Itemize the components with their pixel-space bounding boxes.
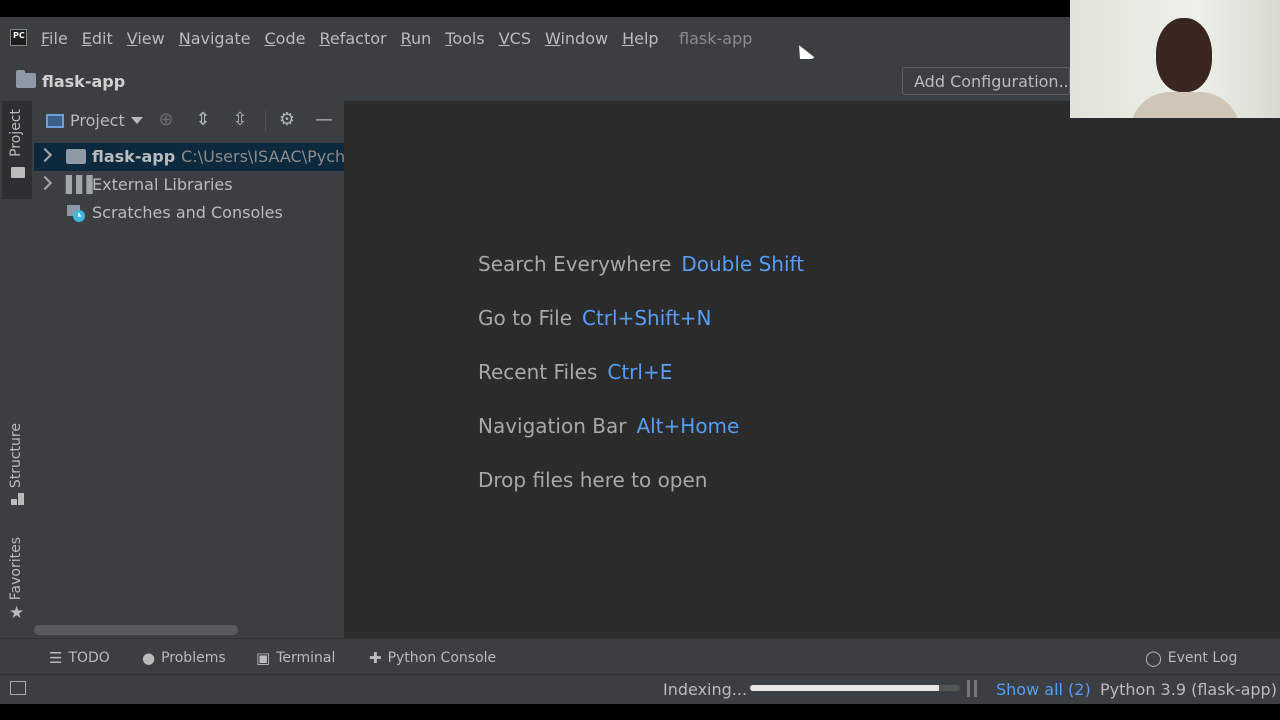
hint-recent-files: Recent Files Ctrl+E — [478, 360, 672, 384]
todo-label: TODO — [68, 650, 110, 666]
indexing-progress-bar — [750, 685, 960, 691]
chevron-right-icon[interactable] — [37, 175, 53, 191]
project-view-selector[interactable]: Project — [46, 111, 143, 130]
structure-tool-button[interactable]: Structure — [2, 423, 32, 509]
terminal-icon: ▣ — [256, 649, 271, 667]
scratches-icon — [66, 203, 86, 223]
project-tree: flask-app C:\Users\ISAAC\Pychar ▌▌▌ Exter… — [34, 143, 344, 227]
webcam-person-head — [1156, 18, 1212, 92]
menu-items: File Edit View Navigate Code Refactor Ru… — [41, 29, 659, 48]
expand-all-icon[interactable]: ⇕ — [192, 109, 214, 131]
window-title: flask-app — [679, 29, 753, 48]
tree-item-external-libraries[interactable]: ▌▌▌ External Libraries — [34, 171, 344, 199]
project-panel-toolbar: Project ⊕ ⇕ ⇳ ⚙ — — [34, 101, 344, 139]
problems-label: Problems — [161, 650, 226, 666]
gear-icon[interactable]: ⚙ — [276, 109, 298, 131]
hint-shortcut[interactable]: Ctrl+Shift+N — [582, 306, 712, 330]
star-icon: ★ — [9, 603, 25, 623]
project-stripe-label: Project — [8, 109, 24, 157]
folder-icon — [11, 167, 25, 178]
problems-tool-button[interactable]: ● Problems — [142, 649, 226, 667]
menu-help[interactable]: Help — [622, 29, 658, 48]
hint-search-everywhere: Search Everywhere Double Shift — [478, 252, 804, 276]
hint-go-to-file: Go to File Ctrl+Shift+N — [478, 306, 712, 330]
ide-window: PC File Edit View Navigate Code Refactor… — [0, 17, 1280, 704]
menu-refactor[interactable]: Refactor — [319, 29, 386, 48]
project-view-label: Project — [70, 111, 125, 130]
hint-shortcut[interactable]: Ctrl+E — [607, 360, 672, 384]
project-view-icon — [46, 113, 64, 128]
add-configuration-button[interactable]: Add Configuration... — [902, 67, 1070, 95]
webcam-overlay — [1070, 0, 1280, 118]
hint-label: Navigation Bar — [478, 414, 627, 438]
editor-area: Search Everywhere Double Shift Go to File… — [344, 101, 1280, 638]
toolbar-divider — [265, 111, 266, 131]
event-log-icon: ◯ — [1145, 649, 1162, 667]
menu-window[interactable]: Window — [545, 29, 608, 48]
menu-navigate[interactable]: Navigate — [179, 29, 251, 48]
folder-icon — [16, 70, 36, 88]
hint-navigation-bar: Navigation Bar Alt+Home — [478, 414, 739, 438]
menu-view[interactable]: View — [127, 29, 165, 48]
project-panel: Project ⊕ ⇕ ⇳ ⚙ — flask-app C:\Users\ISAA… — [34, 101, 344, 638]
hint-shortcut[interactable]: Alt+Home — [636, 414, 739, 438]
horizontal-scrollbar[interactable] — [34, 625, 238, 635]
project-root-path: C:\Users\ISAAC\Pychar — [181, 147, 344, 166]
indexing-status: Indexing... — [663, 680, 748, 699]
left-tool-stripe: Project Structure Favorites ★ — [0, 101, 34, 638]
pycharm-logo-icon: PC — [10, 29, 27, 46]
info-icon: ● — [142, 649, 156, 667]
tree-item-flask-app[interactable]: flask-app C:\Users\ISAAC\Pychar — [34, 143, 344, 171]
pause-icon[interactable] — [967, 680, 977, 697]
tree-item-scratches[interactable]: Scratches and Consoles — [34, 199, 344, 227]
menu-tools[interactable]: Tools — [445, 29, 484, 48]
python-console-label: Python Console — [387, 650, 497, 666]
event-log-tool-button[interactable]: ◯ Event Log — [1145, 649, 1237, 667]
locate-file-icon[interactable]: ⊕ — [155, 109, 177, 131]
favorites-tool-button[interactable]: Favorites ★ — [2, 537, 32, 627]
show-all-processes-link[interactable]: Show all (2) — [996, 680, 1091, 699]
tree-item-label: External Libraries — [92, 175, 233, 194]
tree-item-label: flask-app C:\Users\ISAAC\Pychar — [92, 147, 344, 166]
python-icon: ✚ — [369, 649, 382, 667]
menu-edit[interactable]: Edit — [82, 29, 113, 48]
menu-file[interactable]: File — [41, 29, 68, 48]
list-icon: ☰ — [49, 649, 63, 667]
hint-drop-files: Drop files here to open — [478, 468, 707, 492]
project-root-name: flask-app — [92, 147, 176, 166]
status-bar: Indexing... Show all (2) Python 3.9 (fla… — [0, 674, 1280, 704]
hint-label: Go to File — [478, 306, 572, 330]
python-console-tool-button[interactable]: ✚ Python Console — [369, 649, 496, 667]
folder-icon — [66, 149, 86, 164]
structure-stripe-label: Structure — [8, 423, 24, 489]
structure-icon — [11, 493, 24, 505]
chevron-right-icon[interactable] — [37, 147, 53, 163]
collapse-all-icon[interactable]: ⇳ — [229, 109, 251, 131]
todo-tool-button[interactable]: ☰ TODO — [49, 649, 110, 667]
menu-run[interactable]: Run — [401, 29, 432, 48]
indexing-progress-fill — [750, 685, 939, 691]
project-tool-button[interactable]: Project — [2, 101, 32, 199]
minimize-icon[interactable]: — — [313, 109, 335, 131]
python-interpreter-selector[interactable]: Python 3.9 (flask-app) — [1100, 680, 1277, 699]
tree-item-label: Scratches and Consoles — [92, 203, 283, 222]
menu-vcs[interactable]: VCS — [499, 29, 531, 48]
favorites-stripe-label: Favorites — [8, 537, 24, 601]
hint-label: Drop files here to open — [478, 468, 708, 492]
breadcrumb-project[interactable]: flask-app — [42, 72, 125, 91]
hint-label: Recent Files — [478, 360, 598, 384]
terminal-label: Terminal — [276, 650, 336, 666]
hint-shortcut[interactable]: Double Shift — [681, 252, 804, 276]
toggle-tool-windows-icon[interactable] — [10, 681, 26, 695]
chevron-down-icon — [130, 117, 143, 124]
event-log-label: Event Log — [1167, 650, 1238, 666]
tool-window-bar: ☰ TODO ● Problems ▣ Terminal ✚ Python Co… — [0, 638, 1280, 675]
terminal-tool-button[interactable]: ▣ Terminal — [256, 649, 335, 667]
menu-code[interactable]: Code — [265, 29, 306, 48]
hint-label: Search Everywhere — [478, 252, 672, 276]
